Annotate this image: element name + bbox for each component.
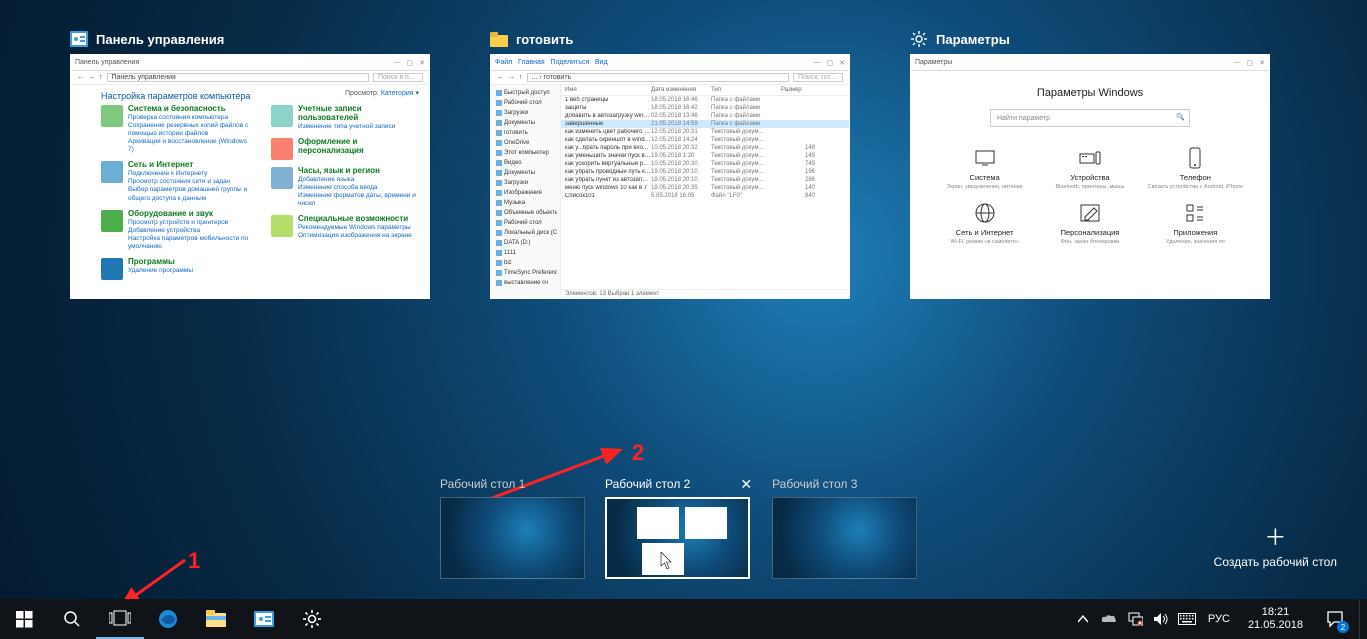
- taskbar-app-settings[interactable]: [288, 599, 336, 639]
- tray-volume-icon[interactable]: [1150, 599, 1172, 639]
- tray-time: 18:21: [1248, 606, 1303, 619]
- close-desktop-button[interactable]: ✕: [740, 477, 752, 491]
- tray-clock[interactable]: 18:21 21.05.2018: [1240, 606, 1311, 632]
- window-thumbnail[interactable]: Панель управления—▢✕ ←→↑Панель управлени…: [70, 54, 430, 299]
- start-button[interactable]: [0, 599, 48, 639]
- system-tray: РУС 18:21 21.05.2018 2: [1072, 599, 1367, 639]
- taskbar-app-control-panel[interactable]: [240, 599, 288, 639]
- control-panel-icon: [70, 30, 88, 48]
- tray-keyboard-icon[interactable]: [1176, 599, 1198, 639]
- desktop-thumbnail[interactable]: [440, 497, 585, 579]
- tray-language[interactable]: РУС: [1202, 613, 1236, 625]
- desktop-thumbnail[interactable]: [772, 497, 917, 579]
- window-card-explorer[interactable]: готовить Файл Главная Поделиться Вид—▢✕ …: [490, 30, 850, 299]
- tray-chevron-up-icon[interactable]: [1072, 599, 1094, 639]
- new-desktop-button[interactable]: ＋ Создать рабочий стол: [1214, 527, 1337, 569]
- tray-network-icon[interactable]: [1124, 599, 1146, 639]
- search-button[interactable]: [48, 599, 96, 639]
- window-title: Панель управления: [96, 32, 224, 47]
- window-card-settings[interactable]: Параметры Параметры—▢✕ Параметры Windows…: [910, 30, 1270, 299]
- desktop-label: Рабочий стол 1: [440, 477, 525, 491]
- window-thumbnail[interactable]: Файл Главная Поделиться Вид—▢✕ ←→↑... › …: [490, 54, 850, 299]
- plus-icon: ＋: [1264, 527, 1286, 549]
- window-thumbnail[interactable]: Параметры—▢✕ Параметры Windows Найти пар…: [910, 54, 1270, 299]
- tray-onedrive-icon[interactable]: [1098, 599, 1120, 639]
- task-view-button[interactable]: [96, 599, 144, 639]
- window-card-control-panel[interactable]: Панель управления Панель управления—▢✕ ←…: [70, 30, 430, 299]
- window-title: готовить: [516, 32, 573, 47]
- desktop-thumbnail[interactable]: [605, 497, 750, 579]
- gear-icon: [910, 30, 928, 48]
- taskbar: РУС 18:21 21.05.2018 2: [0, 599, 1367, 639]
- folder-icon: [490, 30, 508, 48]
- virtual-desktop-2[interactable]: Рабочий стол 2 ✕: [605, 477, 752, 579]
- new-desktop-label: Создать рабочий стол: [1214, 555, 1337, 569]
- taskbar-app-explorer[interactable]: [192, 599, 240, 639]
- taskbar-app-edge[interactable]: [144, 599, 192, 639]
- desktop-label: Рабочий стол 2: [605, 477, 690, 491]
- desktop-label: Рабочий стол 3: [772, 477, 857, 491]
- notification-badge: 2: [1337, 621, 1349, 633]
- show-desktop-button[interactable]: [1359, 599, 1365, 639]
- virtual-desktop-3[interactable]: Рабочий стол 3: [772, 477, 917, 579]
- window-title: Параметры: [936, 32, 1010, 47]
- tray-date: 21.05.2018: [1248, 619, 1303, 632]
- virtual-desktop-1[interactable]: Рабочий стол 1: [440, 477, 585, 579]
- action-center-button[interactable]: 2: [1315, 599, 1355, 639]
